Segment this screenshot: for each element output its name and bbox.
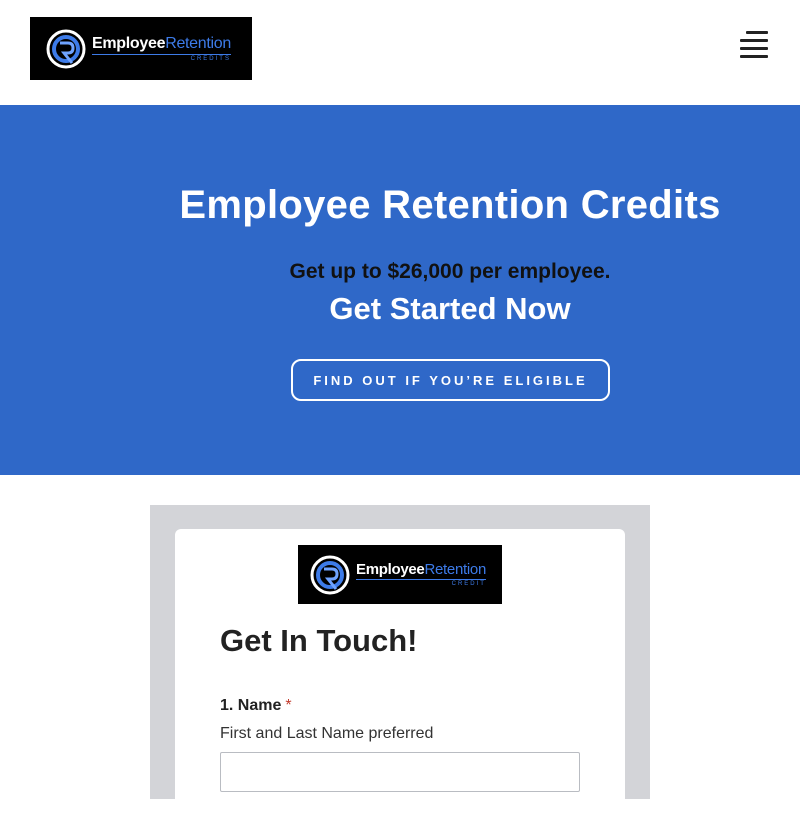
logo-wordmark: EmployeeRetention [92, 34, 231, 52]
contact-form-card: EmployeeRetention CREDIT Get In Touch! 1… [175, 529, 625, 829]
form-title: Get In Touch! [220, 623, 418, 658]
menu-line-bottom [740, 55, 768, 58]
eligibility-button[interactable]: FIND OUT IF YOU’RE ELIGIBLE [291, 359, 610, 401]
menu-line-top [746, 31, 768, 34]
hero-section: Employee Retention Credits Get up to $26… [0, 105, 800, 475]
hero-title: Employee Retention Credits [179, 183, 721, 227]
hero-cta-text: Get Started Now [329, 291, 571, 326]
name-field-help: First and Last Name preferred [220, 725, 434, 742]
form-logo-text: EmployeeRetention CREDIT [356, 562, 486, 587]
site-logo[interactable]: EmployeeRetention CREDITS [30, 17, 252, 80]
hero-tagline: Get up to $26,000 per employee. [289, 260, 611, 283]
logo-text: EmployeeRetention CREDITS [92, 34, 231, 62]
logo-subtitle: CREDITS [92, 53, 231, 62]
logo-mark-icon [310, 555, 350, 594]
menu-line-lower [740, 47, 768, 50]
form-logo-subtitle: CREDIT [356, 579, 486, 587]
logo-mark-icon [46, 29, 86, 68]
name-field-label: 1. Name * [220, 697, 292, 714]
required-marker: * [285, 697, 292, 714]
site-header: EmployeeRetention CREDITS [0, 0, 800, 105]
hamburger-menu-icon[interactable] [740, 31, 768, 59]
form-container: EmployeeRetention CREDIT Get In Touch! 1… [150, 505, 650, 829]
form-logo: EmployeeRetention CREDIT [298, 545, 502, 604]
name-input[interactable] [220, 752, 580, 792]
form-logo-wordmark: EmployeeRetention [356, 561, 486, 578]
menu-line-middle [740, 39, 768, 42]
